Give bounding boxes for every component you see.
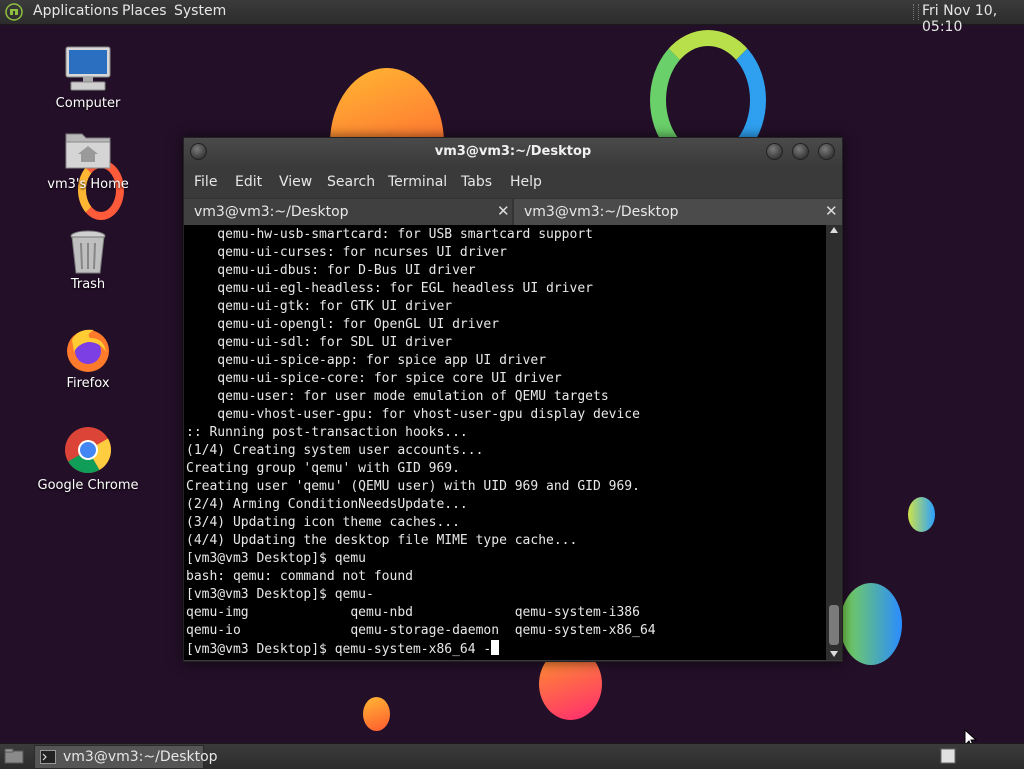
wallpaper-small-orange-blob — [363, 697, 390, 731]
close-button[interactable] — [818, 143, 835, 160]
terminal-prompt-line[interactable]: [vm3@vm3 Desktop]$ qemu-system-x86_64 - — [186, 640, 500, 658]
terminal-window[interactable]: vm3@vm3:~/Desktop File Edit View Search … — [183, 137, 843, 662]
terminal-line: [vm3@vm3 Desktop]$ qemu- — [186, 587, 374, 602]
terminal-line: qemu-ui-spice-app: for spice app UI driv… — [186, 353, 547, 368]
computer-icon — [65, 46, 111, 91]
terminal-line: qemu-ui-curses: for ncurses UI driver — [186, 245, 507, 260]
terminal-output[interactable]: qemu-hw-usb-smartcard: for USB smartcard… — [184, 225, 826, 660]
desktop-icon-label: vm3's Home — [47, 177, 129, 192]
window-titlebar[interactable]: vm3@vm3:~/Desktop — [184, 138, 842, 168]
trash-icon — [70, 230, 106, 274]
terminal-line: qemu-ui-spice-core: for spice core UI dr… — [186, 371, 562, 386]
terminal-line: qemu-ui-egl-headless: for EGL headless U… — [186, 281, 593, 296]
wallpaper-green-blob — [840, 583, 902, 665]
top-panel: Applications Places System Fri Nov 10, 0… — [0, 0, 1024, 35]
menu-terminal[interactable]: Terminal — [388, 174, 447, 190]
menu-edit[interactable]: Edit — [235, 174, 262, 190]
terminal-line: [vm3@vm3 Desktop]$ qemu — [186, 551, 367, 566]
desktop-icon-computer[interactable]: Computer — [28, 44, 148, 114]
taskbar-label: vm3@vm3:~/Desktop — [63, 749, 218, 765]
show-desktop-icon[interactable] — [4, 748, 24, 764]
minimize-button[interactable] — [766, 143, 783, 160]
tab-label: vm3@vm3:~/Desktop — [524, 204, 679, 220]
clock[interactable]: Fri Nov 10, 05:10 — [922, 3, 1024, 35]
terminal-line: qemu-img qemu-nbd qemu-system-i386 — [186, 605, 640, 620]
menu-search[interactable]: Search — [327, 174, 375, 190]
terminal-line: :: Running post-transaction hooks... — [186, 425, 468, 440]
desktop-icon-firefox[interactable]: Firefox — [28, 326, 148, 394]
scroll-down-arrow-icon[interactable] — [830, 651, 838, 657]
chrome-icon — [65, 427, 112, 473]
terminal-scrollbar[interactable] — [826, 225, 842, 660]
terminal-line: qemu-ui-gtk: for GTK UI driver — [186, 299, 453, 314]
menubar: File Edit View Search Terminal Tabs Help — [184, 168, 842, 196]
scroll-up-arrow-icon[interactable] — [830, 227, 838, 233]
window-title: vm3@vm3:~/Desktop — [434, 144, 592, 159]
tab-label: vm3@vm3:~/Desktop — [194, 204, 349, 220]
terminal-line: bash: qemu: command not found — [186, 569, 413, 584]
system-menu[interactable]: System — [174, 3, 226, 19]
terminal-line: (2/4) Arming ConditionNeedsUpdate... — [186, 497, 468, 512]
terminal-line: Creating group 'qemu' with GID 969. — [186, 461, 460, 476]
firefox-icon — [67, 329, 109, 372]
menu-tabs[interactable]: Tabs — [461, 174, 492, 190]
desktop-icon-label: Firefox — [66, 376, 110, 391]
terminal-line: qemu-ui-opengl: for OpenGL UI driver — [186, 317, 500, 332]
text-cursor — [491, 640, 500, 655]
workspace-switcher-icon[interactable] — [940, 748, 956, 764]
terminal-line: (1/4) Creating system user accounts... — [186, 443, 484, 458]
menu-file[interactable]: File — [194, 174, 217, 190]
terminal-icon — [40, 750, 56, 764]
desktop-icon-label: Computer — [55, 96, 121, 111]
desktop-icon-label: Trash — [70, 277, 106, 292]
mint-menu-icon[interactable] — [5, 3, 23, 21]
bottom-panel: vm3@vm3:~/Desktop — [0, 743, 1024, 769]
terminal-line: qemu-hw-usb-smartcard: for USB smartcard… — [186, 227, 593, 242]
taskbar-terminal-button[interactable]: vm3@vm3:~/Desktop — [34, 745, 218, 769]
desktop-icon-label: Google Chrome — [37, 478, 139, 493]
panel-separator — [913, 4, 919, 20]
desktop-icon-trash[interactable]: Trash — [28, 229, 148, 295]
terminal-line: qemu-user: for user mode emulation of QE… — [186, 389, 609, 404]
terminal-line: qemu-io qemu-storage-daemon qemu-system-… — [186, 623, 656, 638]
menu-view[interactable]: View — [279, 174, 312, 190]
tab-close-icon[interactable]: ✕ — [497, 202, 510, 220]
prompt-text: [vm3@vm3 Desktop]$ qemu-system-x86_64 - — [186, 642, 492, 657]
desktop-icon-home[interactable]: vm3's Home — [28, 128, 148, 198]
maximize-button[interactable] — [792, 143, 809, 160]
applications-menu[interactable]: Applications — [33, 3, 119, 19]
terminal-line: (3/4) Updating icon theme caches... — [186, 515, 460, 530]
terminal-line: Creating user 'qemu' (QEMU user) with UI… — [186, 479, 640, 494]
tab-1[interactable]: vm3@vm3:~/Desktop ✕ — [184, 199, 512, 225]
places-menu[interactable]: Places — [122, 3, 167, 19]
wallpaper-blue-blob — [908, 497, 935, 532]
menu-help[interactable]: Help — [510, 174, 542, 190]
terminal-line: qemu-ui-dbus: for D-Bus UI driver — [186, 263, 476, 278]
home-folder-icon — [65, 133, 111, 169]
terminal-line: (4/4) Updating the desktop file MIME typ… — [186, 533, 578, 548]
terminal-line: qemu-vhost-user-gpu: for vhost-user-gpu … — [186, 407, 640, 422]
tab-2[interactable]: vm3@vm3:~/Desktop ✕ — [514, 199, 842, 225]
tab-bar: vm3@vm3:~/Desktop ✕ vm3@vm3:~/Desktop ✕ — [184, 198, 842, 225]
scrollbar-thumb[interactable] — [829, 605, 839, 645]
tab-close-icon[interactable]: ✕ — [825, 202, 838, 220]
desktop-icon-chrome[interactable]: Google Chrome — [28, 426, 148, 494]
terminal-line: qemu-ui-sdl: for SDL UI driver — [186, 335, 453, 350]
